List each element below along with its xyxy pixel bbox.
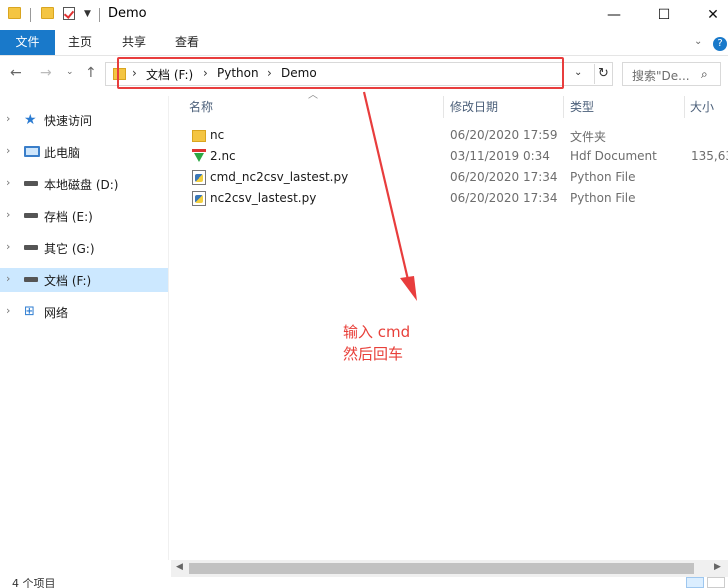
tab-view[interactable]: 查看 bbox=[175, 30, 199, 55]
column-divider[interactable] bbox=[684, 96, 685, 118]
search-input[interactable]: 搜索"De... bbox=[632, 67, 690, 84]
file-name: nc bbox=[210, 128, 225, 142]
annotation-text-line1: 输入 cmd bbox=[343, 323, 411, 341]
file-date: 06/20/2020 17:34 bbox=[450, 191, 558, 205]
column-divider[interactable] bbox=[563, 96, 564, 118]
folder-icon bbox=[8, 7, 21, 19]
file-date: 06/20/2020 17:34 bbox=[450, 170, 558, 184]
tab-home[interactable]: 主页 bbox=[68, 30, 92, 55]
sidebar-item-drive-d[interactable]: › 本地磁盘 (D:) bbox=[0, 172, 168, 196]
help-icon[interactable]: ? bbox=[713, 37, 727, 51]
file-size: 135,63 bbox=[691, 149, 728, 163]
chevron-right-icon[interactable]: › bbox=[6, 176, 10, 189]
sidebar-item-label: 此电脑 bbox=[44, 146, 81, 160]
file-row-cmd-py[interactable]: cmd_nc2csv_lastest.py 06/20/2020 17:34 P… bbox=[186, 167, 728, 188]
properties-icon[interactable] bbox=[63, 7, 75, 20]
close-button[interactable]: ✕ bbox=[690, 0, 728, 30]
annotation-text-line2: 然后回车 bbox=[343, 345, 404, 363]
customize-toolbar-icon[interactable]: ▼ bbox=[84, 9, 91, 19]
sidebar-item-network[interactable]: › ⊞ 网络 bbox=[0, 300, 168, 324]
file-date: 03/11/2019 0:34 bbox=[450, 149, 550, 163]
file-row-2nc[interactable]: 2.nc 03/11/2019 0:34 Hdf Document 135,63 bbox=[186, 146, 728, 167]
sidebar-item-label: 其它 (G:) bbox=[44, 242, 95, 256]
ribbon: 文件 主页 共享 查看 ⌄ ? bbox=[0, 30, 728, 56]
star-icon: ★ bbox=[24, 112, 37, 128]
file-name: cmd_nc2csv_lastest.py bbox=[210, 170, 349, 184]
large-icons-view-icon[interactable] bbox=[707, 577, 725, 588]
sidebar-item-drive-e[interactable]: › 存档 (E:) bbox=[0, 204, 168, 228]
file-row-nc[interactable]: nc 06/20/2020 17:59 文件夹 bbox=[186, 125, 728, 146]
back-button[interactable]: ← bbox=[10, 65, 22, 81]
window-title: Demo bbox=[108, 6, 147, 21]
file-type: 文件夹 bbox=[570, 130, 607, 144]
divider bbox=[30, 8, 31, 22]
sidebar-item-label: 快速访问 bbox=[44, 114, 93, 128]
column-header-type[interactable]: 类型 bbox=[570, 98, 594, 120]
column-header-date[interactable]: 修改日期 bbox=[450, 98, 498, 120]
divider bbox=[99, 8, 100, 22]
horizontal-scrollbar[interactable]: ◀ ▶ bbox=[171, 560, 728, 577]
sidebar-item-drive-g[interactable]: › 其它 (G:) bbox=[0, 236, 168, 260]
maximize-button[interactable]: ☐ bbox=[641, 0, 687, 30]
forward-button[interactable]: → bbox=[40, 65, 52, 81]
tab-share[interactable]: 共享 bbox=[122, 30, 146, 55]
drive-icon bbox=[24, 245, 38, 250]
chevron-right-icon[interactable]: › bbox=[6, 112, 10, 125]
navigation-pane: › ★ 快速访问 › 此电脑 › 本地磁盘 (D:) › 存档 (E:) › 其… bbox=[0, 96, 169, 560]
chevron-right-icon[interactable]: › bbox=[6, 272, 10, 285]
python-file-icon bbox=[192, 170, 206, 185]
column-header-name[interactable]: 名称 bbox=[189, 98, 213, 120]
search-icon[interactable]: ⌕ bbox=[701, 67, 708, 82]
minimize-button[interactable]: — bbox=[591, 0, 637, 30]
drive-icon bbox=[24, 213, 38, 218]
expand-ribbon-icon[interactable]: ⌄ bbox=[694, 36, 702, 47]
chevron-right-icon[interactable]: › bbox=[6, 144, 10, 157]
title-bar: ▼ Demo — ☐ ✕ bbox=[0, 0, 728, 30]
sidebar-item-label: 本地磁盘 (D:) bbox=[44, 178, 119, 192]
network-icon: ⊞ bbox=[24, 304, 35, 319]
drive-icon bbox=[24, 277, 38, 282]
refresh-icon[interactable]: ↻ bbox=[594, 64, 612, 84]
file-name: 2.nc bbox=[210, 149, 236, 163]
file-date: 06/20/2020 17:59 bbox=[450, 128, 558, 142]
file-type: Hdf Document bbox=[570, 149, 657, 163]
column-header-size[interactable]: 大小 bbox=[690, 98, 714, 120]
computer-icon bbox=[24, 146, 40, 157]
sidebar-item-drive-f[interactable]: › 文档 (F:) bbox=[0, 268, 168, 292]
item-count: 4 个项目 bbox=[12, 577, 56, 588]
chevron-right-icon[interactable]: › bbox=[6, 208, 10, 221]
sidebar-item-label: 文档 (F:) bbox=[44, 274, 92, 288]
recent-locations-icon[interactable]: ⌄ bbox=[66, 67, 74, 77]
file-name: nc2csv_lastest.py bbox=[210, 191, 317, 205]
chevron-down-icon[interactable]: ⌄ bbox=[574, 67, 582, 78]
up-button[interactable]: ↑ bbox=[85, 65, 97, 81]
file-type: Python File bbox=[570, 170, 636, 184]
sidebar-item-quick-access[interactable]: › ★ 快速访问 bbox=[0, 108, 168, 132]
search-box[interactable]: 搜索"De... ⌕ bbox=[622, 62, 721, 86]
sidebar-item-this-pc[interactable]: › 此电脑 bbox=[0, 140, 168, 164]
scrollbar-thumb[interactable] bbox=[189, 563, 694, 574]
annotation-highlight-box bbox=[117, 57, 564, 89]
chevron-right-icon[interactable]: › bbox=[6, 240, 10, 253]
drive-icon bbox=[24, 181, 38, 186]
new-folder-icon[interactable] bbox=[41, 7, 54, 19]
sidebar-item-label: 网络 bbox=[44, 306, 69, 320]
chevron-right-icon[interactable]: › bbox=[6, 304, 10, 317]
status-bar: 4 个项目 bbox=[0, 577, 728, 588]
tab-file[interactable]: 文件 bbox=[0, 30, 55, 55]
folder-icon bbox=[192, 130, 206, 142]
file-row-nc2csv-py[interactable]: nc2csv_lastest.py 06/20/2020 17:34 Pytho… bbox=[186, 188, 728, 209]
scroll-left-icon[interactable]: ◀ bbox=[176, 562, 183, 572]
scroll-right-icon[interactable]: ▶ bbox=[714, 562, 721, 572]
details-view-icon[interactable] bbox=[686, 577, 704, 588]
hdf-file-icon bbox=[192, 149, 206, 164]
file-type: Python File bbox=[570, 191, 636, 205]
python-file-icon bbox=[192, 191, 206, 206]
column-divider[interactable] bbox=[443, 96, 444, 118]
sidebar-item-label: 存档 (E:) bbox=[44, 210, 93, 224]
